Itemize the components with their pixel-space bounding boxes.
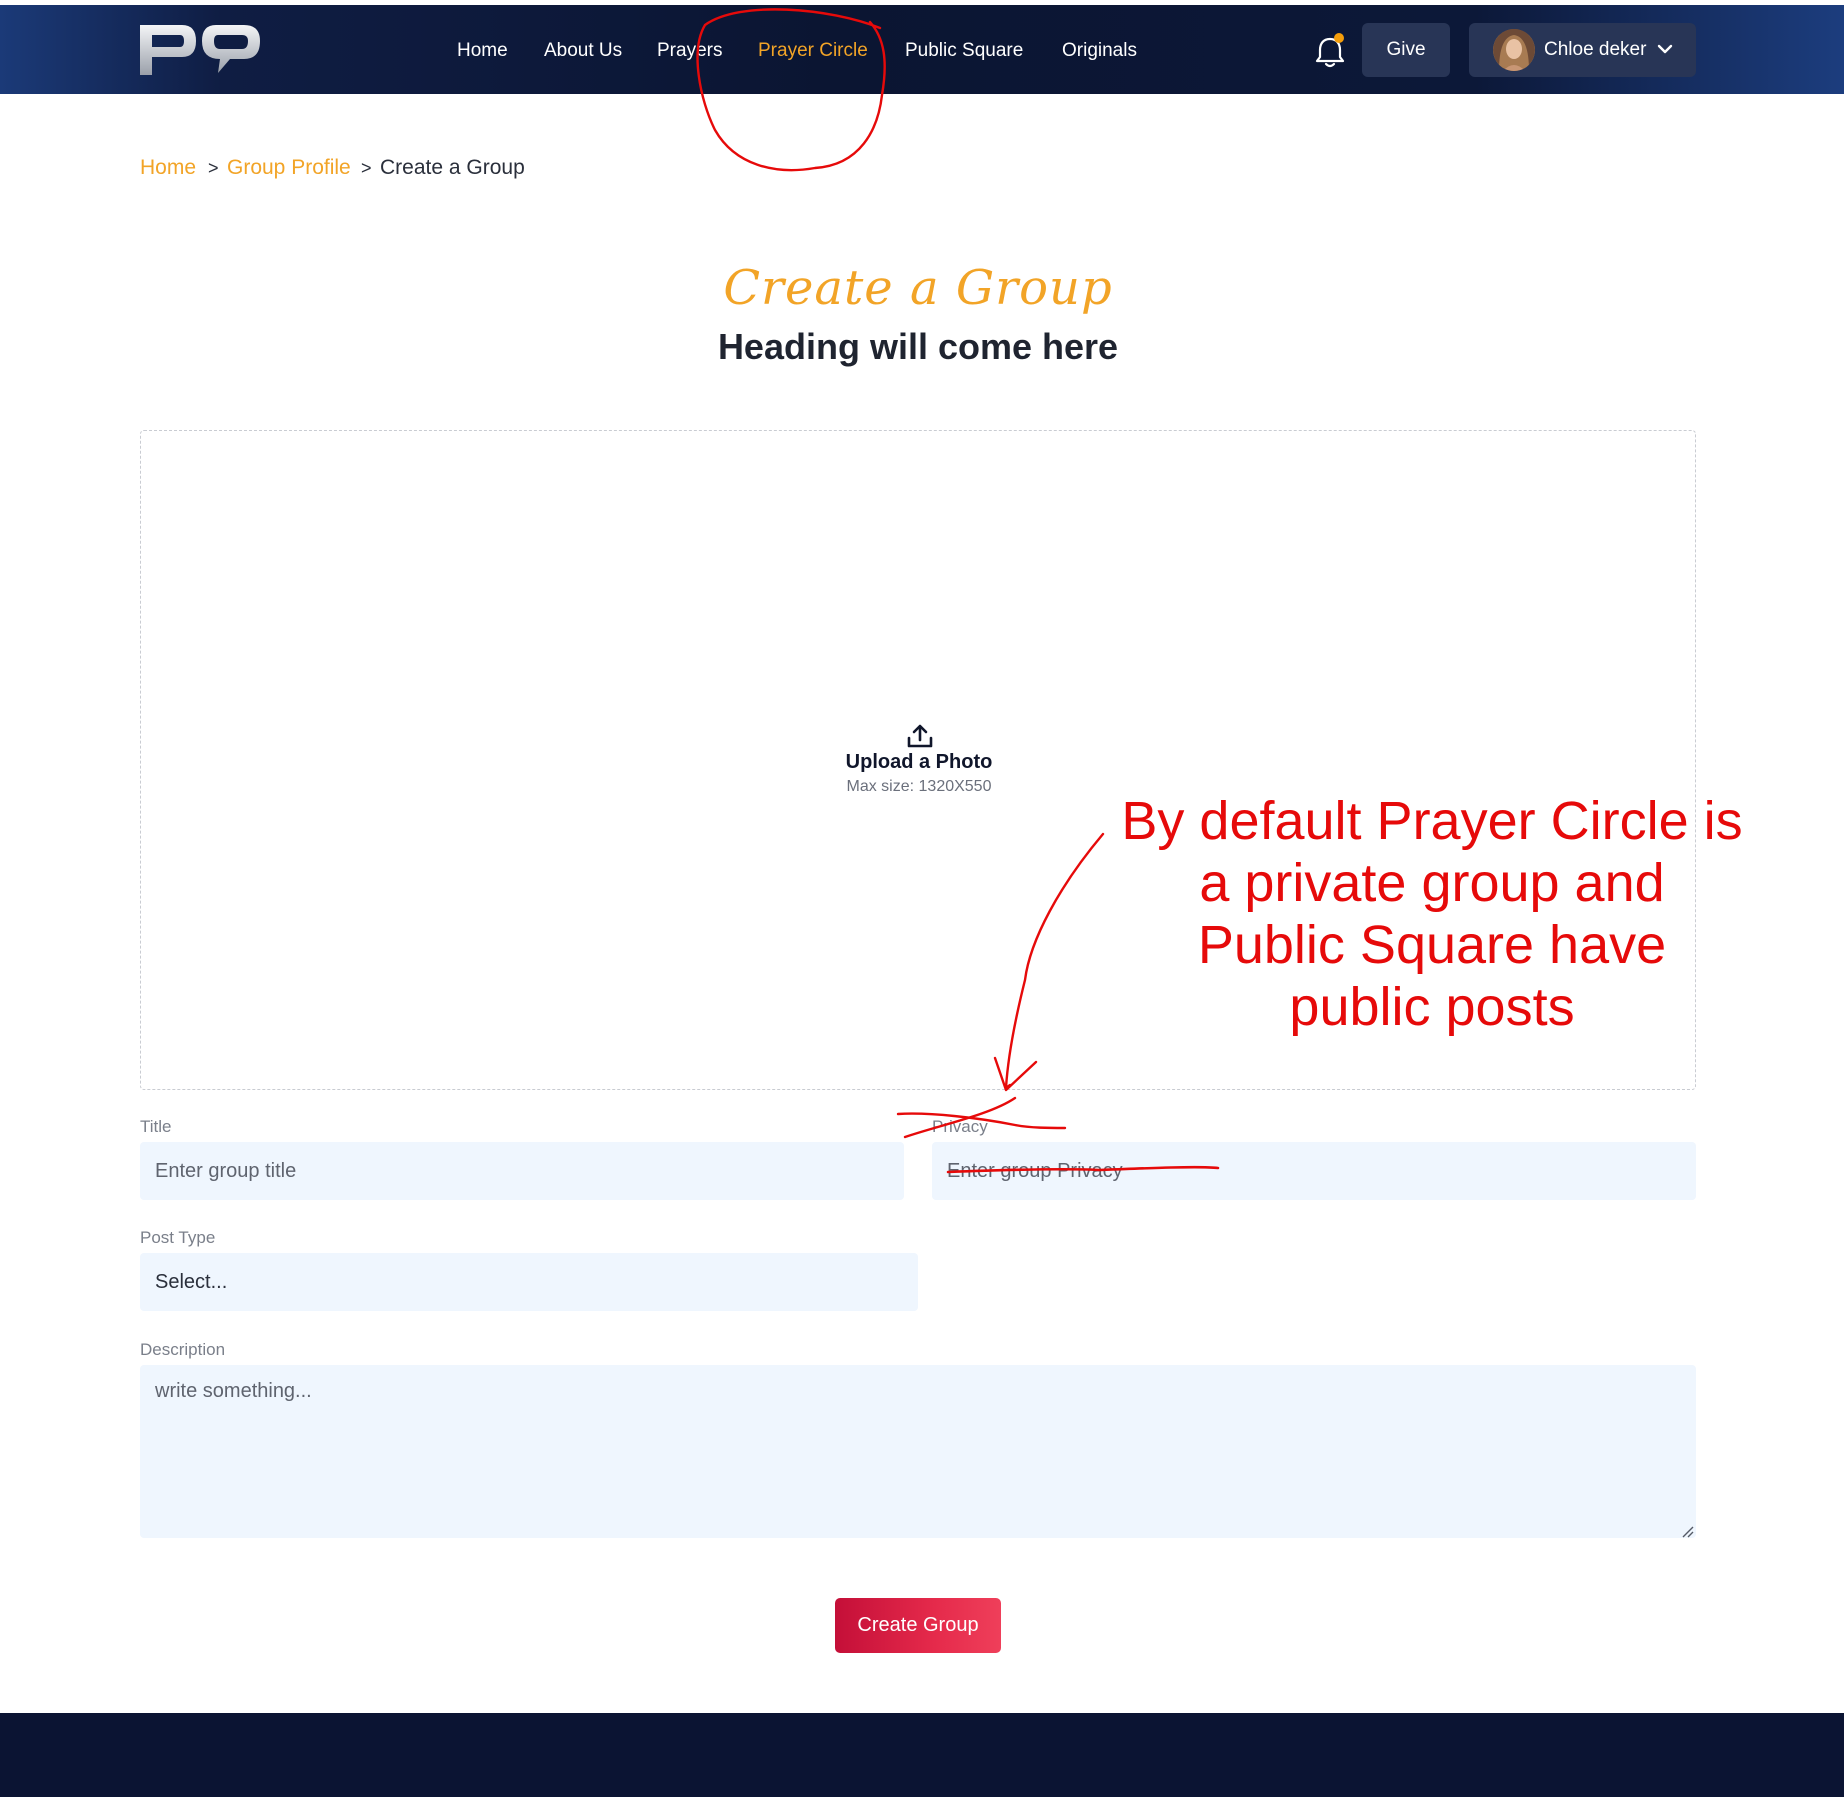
avatar xyxy=(1493,29,1535,71)
annotation-note: By default Prayer Circle is a private gr… xyxy=(1112,790,1752,1038)
resize-grip-icon[interactable] xyxy=(1680,1524,1694,1538)
privacy-label: Privacy xyxy=(932,1117,988,1136)
notification-dot xyxy=(1334,33,1344,43)
site-footer xyxy=(0,1713,1844,1797)
description-textarea[interactable] xyxy=(140,1365,1696,1538)
annotation-line: public posts xyxy=(1289,977,1575,1037)
breadcrumb-current: Create a Group xyxy=(380,156,525,179)
create-group-button[interactable]: Create Group xyxy=(835,1598,1001,1653)
breadcrumb-home[interactable]: Home xyxy=(140,155,196,181)
breadcrumb-separator: > xyxy=(361,158,372,178)
privacy-input[interactable] xyxy=(932,1142,1696,1200)
give-button[interactable]: Give xyxy=(1362,23,1450,77)
post-type-label: Post Type xyxy=(140,1228,216,1247)
chevron-down-icon xyxy=(1657,44,1673,54)
nav-originals[interactable]: Originals xyxy=(1062,38,1137,64)
page-title: Heading will come here xyxy=(717,326,1119,367)
upload-icon xyxy=(907,724,933,748)
title-label: Title xyxy=(140,1117,172,1136)
bell-icon[interactable] xyxy=(1313,31,1347,71)
nav-prayer-circle[interactable]: Prayer Circle xyxy=(758,38,868,64)
upload-label: Upload a Photo xyxy=(845,751,993,773)
breadcrumb-separator: > xyxy=(208,158,219,178)
annotation-line: a private group and xyxy=(1199,853,1665,913)
breadcrumb-group-profile[interactable]: Group Profile xyxy=(227,155,351,181)
site-header: Home About Us Prayers Prayer Circle Publ… xyxy=(0,5,1844,94)
post-type-select[interactable]: Select... xyxy=(140,1253,918,1311)
description-label: Description xyxy=(140,1340,226,1359)
nav-home[interactable]: Home xyxy=(457,38,508,64)
annotation-line: By default Prayer Circle is xyxy=(1121,791,1743,851)
nav-public-square[interactable]: Public Square xyxy=(905,38,1023,64)
annotation-line: Public Square have xyxy=(1197,915,1667,975)
nav-prayers[interactable]: Prayers xyxy=(657,38,722,64)
user-menu-button[interactable]: Chloe deker xyxy=(1469,23,1696,77)
page-script-title: Create a Group xyxy=(723,260,1113,316)
nav-about-us[interactable]: About Us xyxy=(544,38,622,64)
user-name: Chloe deker xyxy=(1544,39,1647,60)
title-input[interactable] xyxy=(140,1142,904,1200)
